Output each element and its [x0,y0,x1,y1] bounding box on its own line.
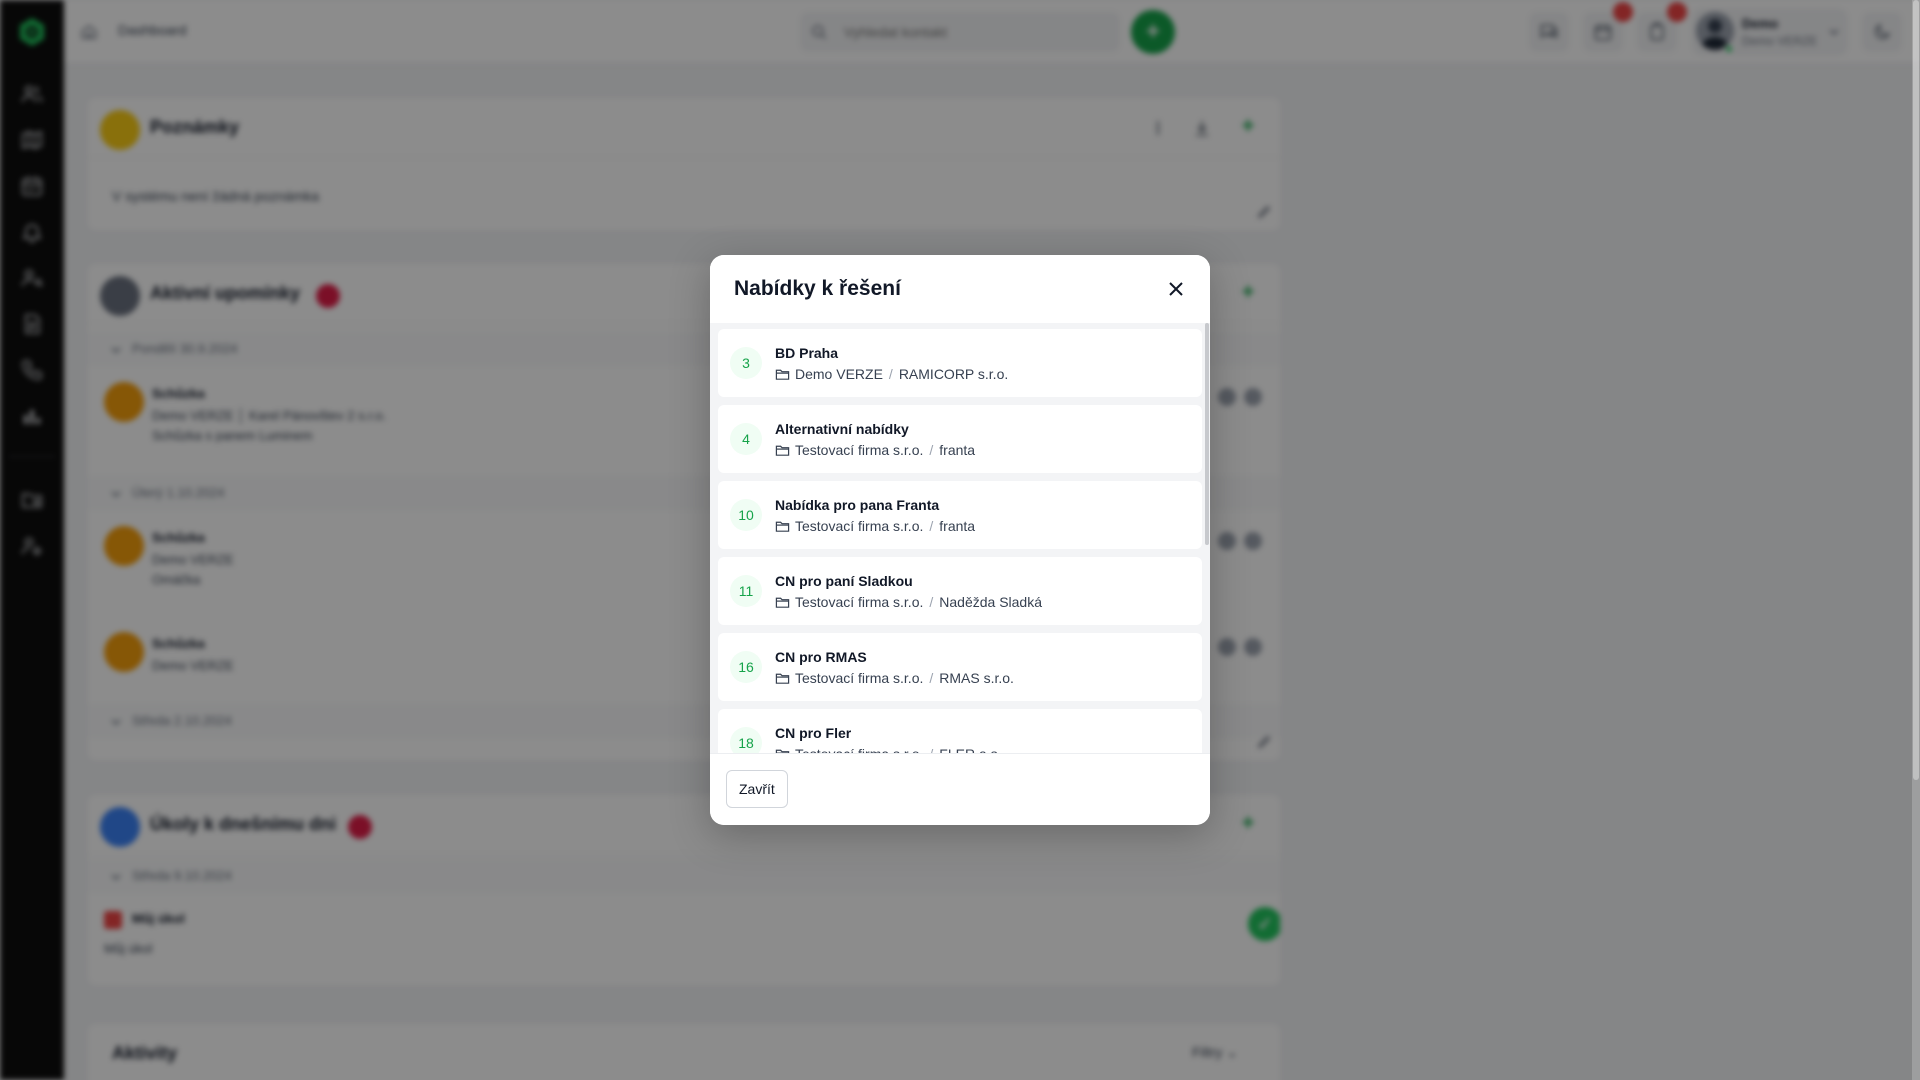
folder-icon [775,367,790,382]
offer-name: Alternativní nabídky [775,421,909,437]
folder-icon [775,671,790,686]
offer-number: 3 [730,347,762,379]
offer-item[interactable]: 16 CN pro RMAS Testovací firma s.r.o. / … [718,633,1202,701]
folder-icon [775,595,790,610]
offer-number: 16 [730,651,762,683]
offer-number: 11 [730,575,762,607]
offer-company: Testovací firma s.r.o. [795,746,923,753]
path-separator: / [929,518,934,534]
offer-company: Testovací firma s.r.o. [795,594,924,610]
offers-list: 3 BD Praha Demo VERZE / RAMICORP s.r.o. … [718,329,1202,753]
folder-icon [775,443,790,458]
close-icon[interactable] [1164,277,1188,301]
offer-path: Testovací firma s.r.o. / FLER a.s. [775,745,1002,753]
page-scrollbar[interactable] [1912,0,1920,1080]
modal-scrollbar[interactable] [1204,323,1210,753]
offer-path: Testovací firma s.r.o. / RMAS s.r.o. [775,669,1014,687]
offer-contact: Naděžda Sladká [939,594,1043,610]
offer-name: Nabídka pro pana Franta [775,497,940,513]
offer-number: 10 [730,499,762,531]
offer-item[interactable]: 3 BD Praha Demo VERZE / RAMICORP s.r.o. [718,329,1202,397]
path-separator: / [888,366,893,382]
offer-item[interactable]: 18 CN pro Fler Testovací firma s.r.o. / … [718,709,1202,753]
offer-contact: franta [939,518,976,534]
offer-number: 4 [730,423,762,455]
offer-contact: RAMICORP s.r.o. [898,366,1009,382]
path-separator: / [929,670,934,686]
modal-header: Nabídky k řešení [710,255,1210,323]
offer-contact: FLER a.s. [939,746,1001,753]
path-separator: / [929,746,933,753]
modal-title: Nabídky k řešení [734,277,901,300]
offer-number: 18 [730,727,762,753]
offer-contact: franta [939,442,976,458]
offer-name: CN pro Fler [775,725,852,741]
path-separator: / [929,442,934,458]
offer-path: Demo VERZE / RAMICORP s.r.o. [775,365,1008,383]
offer-name: CN pro RMAS [775,649,867,665]
offer-name: BD Praha [775,345,839,361]
offer-company: Testovací firma s.r.o. [795,670,924,686]
offer-path: Testovací firma s.r.o. / Naděžda Sladká [775,593,1042,611]
offer-name: CN pro paní Sladkou [775,573,913,589]
offer-item[interactable]: 4 Alternativní nabídky Testovací firma s… [718,405,1202,473]
offer-item[interactable]: 10 Nabídka pro pana Franta Testovací fir… [718,481,1202,549]
folder-icon [775,519,790,534]
offer-path: Testovací firma s.r.o. / franta [775,517,975,535]
offer-company: Testovací firma s.r.o. [795,442,924,458]
offer-contact: RMAS s.r.o. [939,670,1014,686]
path-separator: / [929,594,934,610]
modal-footer: Zavřít [710,753,1210,825]
offers-list-container: 3 BD Praha Demo VERZE / RAMICORP s.r.o. … [710,323,1210,753]
offer-item[interactable]: 11 CN pro paní Sladkou Testovací firma s… [718,557,1202,625]
offer-path: Testovací firma s.r.o. / franta [775,441,975,459]
offer-company: Demo VERZE [795,366,883,382]
offer-company: Testovací firma s.r.o. [795,518,924,534]
close-button[interactable]: Zavřít [726,770,788,808]
offers-modal: Nabídky k řešení 3 BD Praha Demo VERZE /… [710,255,1210,825]
